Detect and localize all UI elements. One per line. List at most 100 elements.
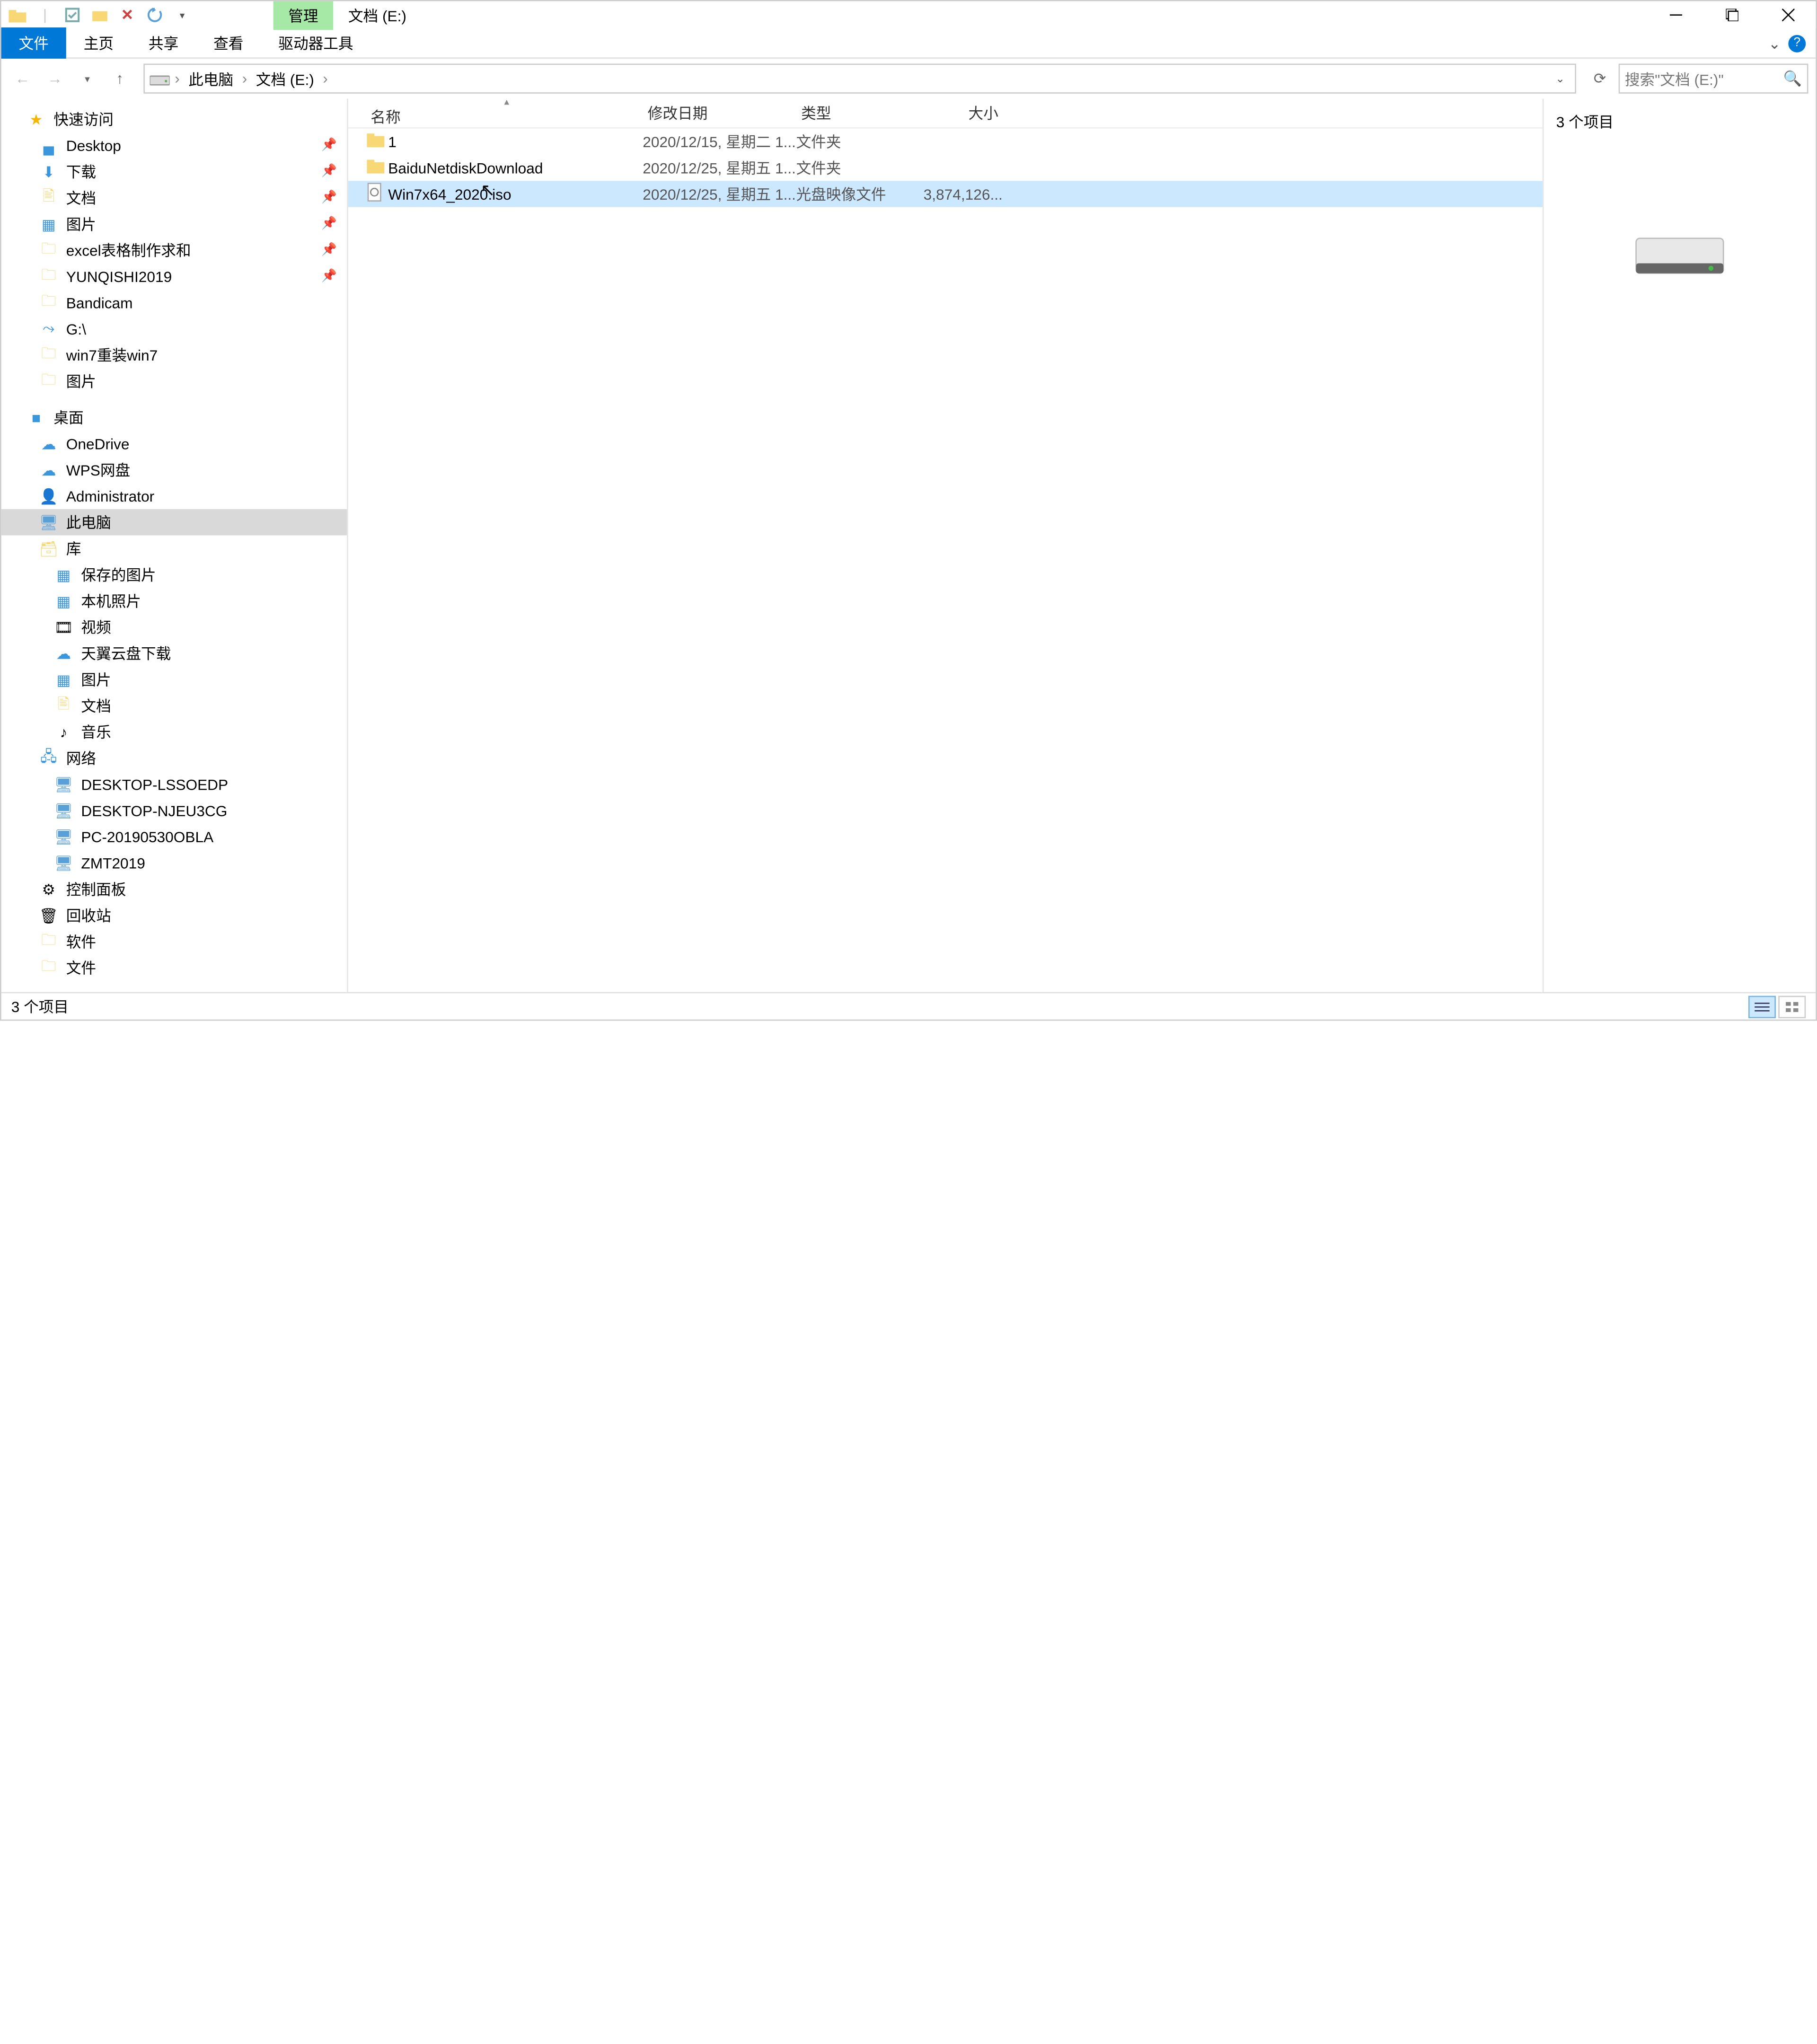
nav-label: 控制面板: [66, 879, 126, 900]
nav-label: PC-20190530OBLA: [81, 828, 213, 846]
file-size: 3,874,126...: [924, 185, 998, 203]
nav-yunqishi[interactable]: 🗀YUNQISHI2019📌: [1, 263, 347, 289]
refresh-button[interactable]: ⟳: [1586, 65, 1614, 92]
nav-label: WPS网盘: [66, 459, 130, 481]
folder-icon: 🗀: [39, 955, 59, 981]
nav-bandicam[interactable]: 🗀Bandicam: [1, 290, 347, 316]
properties-icon[interactable]: [61, 4, 83, 26]
new-folder-icon[interactable]: [88, 4, 111, 26]
nav-pc4[interactable]: 🖥ZMT2019: [1, 850, 347, 876]
file-row[interactable]: BaiduNetdiskDownload2020/12/25, 星期五 1...…: [348, 155, 1543, 181]
details-pane: 3 个项目: [1543, 98, 1816, 992]
folder-icon: [366, 131, 388, 152]
nav-label: 快速访问: [53, 108, 114, 130]
nav-files[interactable]: 🗀文件: [1, 955, 347, 981]
nav-desktop[interactable]: ▄Desktop📌: [1, 132, 347, 159]
nav-software[interactable]: 🗀软件: [1, 928, 347, 954]
ribbon-tab-drive-tools[interactable]: 驱动器工具: [261, 27, 370, 59]
nav-downloads[interactable]: ⬇下载📌: [1, 159, 347, 185]
minimize-button[interactable]: [1647, 1, 1703, 29]
nav-pictures3[interactable]: ▦图片: [1, 666, 347, 692]
nav-saved-pics[interactable]: ▦保存的图片: [1, 562, 347, 588]
nav-desktop-root[interactable]: ■桌面: [1, 405, 347, 431]
search-icon[interactable]: 🔍: [1783, 70, 1802, 88]
nav-this-pc[interactable]: 🖥此电脑: [1, 509, 347, 535]
crumb-sep-1[interactable]: ›: [239, 70, 249, 88]
nav-music[interactable]: ♪音乐: [1, 719, 347, 745]
context-tab-manage[interactable]: 管理: [273, 0, 334, 29]
search-box[interactable]: 搜索"文档 (E:)" 🔍: [1619, 64, 1808, 94]
nav-wps[interactable]: ☁WPS网盘: [1, 457, 347, 483]
nav-documents[interactable]: 🖹文档📌: [1, 185, 347, 211]
nav-excel-req[interactable]: 🗀excel表格制作求和📌: [1, 237, 347, 263]
undo-icon[interactable]: [143, 4, 166, 26]
nav-forward-button[interactable]: →: [41, 65, 69, 92]
nav-recycle-bin[interactable]: 🗑回收站: [1, 902, 347, 928]
ribbon-tab-file[interactable]: 文件: [1, 27, 66, 59]
nav-label: 图片: [66, 370, 96, 392]
status-bar: 3 个项目: [1, 992, 1816, 1020]
network-icon: 🖧: [39, 745, 59, 771]
nav-pc1[interactable]: 🖥DESKTOP-LSSOEDP: [1, 771, 347, 797]
ribbon-tab-share[interactable]: 共享: [131, 27, 196, 59]
nav-network[interactable]: 🖧网络: [1, 745, 347, 771]
navigation-pane[interactable]: ★快速访问 ▄Desktop📌 ⬇下载📌 🖹文档📌 ▦图片📌 🗀excel表格制…: [1, 98, 348, 992]
nav-pc3[interactable]: 🖥PC-20190530OBLA: [1, 824, 347, 850]
file-type: 文件夹: [796, 131, 924, 152]
nav-back-button[interactable]: ←: [9, 65, 36, 92]
nav-label: Administrator: [66, 487, 154, 505]
recycle-bin-icon: 🗑: [39, 907, 59, 924]
ribbon-tabs: 文件 主页 共享 查看 驱动器工具 ⌄ ?: [1, 29, 1816, 59]
nav-pc2[interactable]: 🖥DESKTOP-NJEU3CG: [1, 797, 347, 823]
close-button[interactable]: [1760, 1, 1816, 29]
view-details-button[interactable]: [1748, 995, 1776, 1017]
delete-icon[interactable]: ✕: [116, 4, 138, 26]
col-header-size[interactable]: 大小: [924, 102, 998, 123]
nav-pictures2[interactable]: 🗀图片: [1, 368, 347, 394]
nav-camera-roll[interactable]: ▦本机照片: [1, 588, 347, 614]
nav-tianyi[interactable]: ☁天翼云盘下载: [1, 640, 347, 666]
nav-administrator[interactable]: 👤Administrator: [1, 483, 347, 509]
iso-file-icon: [366, 182, 388, 206]
nav-documents2[interactable]: 🖹文档: [1, 693, 347, 719]
nav-quick-access[interactable]: ★快速访问: [1, 106, 347, 132]
col-header-name[interactable]: ▴名称: [366, 98, 643, 127]
downloads-icon: ⬇: [39, 163, 59, 180]
ribbon-expand-icon[interactable]: ⌄: [1768, 35, 1781, 52]
pictures-icon: ▦: [53, 566, 73, 583]
nav-up-button[interactable]: ↑: [106, 65, 133, 92]
nav-win7-reinstall[interactable]: 🗀win7重装win7: [1, 342, 347, 368]
ribbon-tab-view[interactable]: 查看: [196, 27, 261, 59]
breadcrumb-bar[interactable]: › 此电脑 › 文档 (E:) › ⌄: [143, 64, 1576, 94]
crumb-root-sep[interactable]: ›: [172, 70, 182, 88]
crumb-sep-2[interactable]: ›: [320, 70, 330, 88]
drive-large-icon: [1630, 220, 1729, 282]
nav-gdrive[interactable]: ⤳G:\: [1, 316, 347, 342]
file-row[interactable]: 12020/12/15, 星期二 1...文件夹: [348, 129, 1543, 155]
ribbon-tab-home[interactable]: 主页: [66, 27, 131, 59]
nav-label: DESKTOP-NJEU3CG: [81, 802, 227, 819]
file-list-pane[interactable]: ▴名称 修改日期 类型 大小 12020/12/15, 星期二 1...文件夹B…: [348, 98, 1543, 992]
file-rows: 12020/12/15, 星期二 1...文件夹BaiduNetdiskDown…: [348, 129, 1543, 992]
crumb-this-pc[interactable]: 此电脑: [185, 68, 237, 89]
nav-control-panel[interactable]: ⚙控制面板: [1, 876, 347, 902]
desktop-icon: ▄: [39, 137, 59, 154]
address-bar-row: ← → ▾ ↑ › 此电脑 › 文档 (E:) › ⌄ ⟳ 搜索"文档 (E:)…: [1, 59, 1816, 98]
maximize-button[interactable]: [1703, 1, 1760, 29]
help-icon[interactable]: ?: [1788, 35, 1806, 52]
nav-recent-dropdown[interactable]: ▾: [74, 65, 101, 92]
nav-videos[interactable]: 🎞视频: [1, 614, 347, 640]
breadcrumb-history-dropdown[interactable]: ⌄: [1551, 72, 1570, 86]
qat-dropdown-icon[interactable]: ▾: [171, 4, 193, 26]
nav-pictures[interactable]: ▦图片📌: [1, 211, 347, 237]
file-name: Win7x64_2020.iso: [388, 185, 643, 203]
view-large-icons-button[interactable]: [1778, 995, 1806, 1017]
nav-label: Bandicam: [66, 294, 133, 311]
nav-libraries[interactable]: 🗃库: [1, 535, 347, 561]
file-row[interactable]: Win7x64_2020.iso2020/12/25, 星期五 1...光盘映像…: [348, 181, 1543, 207]
crumb-current[interactable]: 文档 (E:): [252, 68, 318, 89]
app-icon[interactable]: [6, 4, 28, 26]
col-header-date[interactable]: 修改日期: [643, 102, 796, 123]
col-header-type[interactable]: 类型: [796, 102, 924, 123]
nav-onedrive[interactable]: ☁OneDrive: [1, 431, 347, 457]
